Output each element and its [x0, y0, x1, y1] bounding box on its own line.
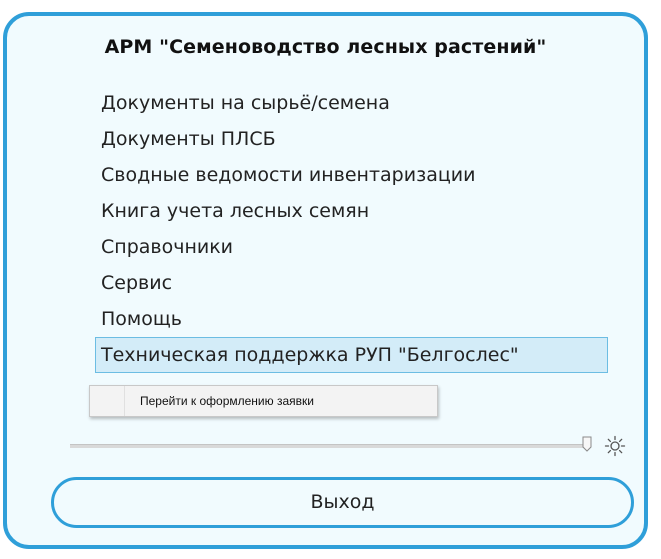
menu-item-service[interactable]: Сервис [95, 265, 615, 301]
menu-item-tech-support[interactable]: Техническая поддержка РУП "Белгослес" [95, 337, 608, 373]
menu-item-references[interactable]: Справочники [95, 229, 615, 265]
tech-support-submenu: Перейти к оформлению заявки [89, 385, 438, 417]
menu-item-help[interactable]: Помощь [95, 301, 615, 337]
menu-item-documents-raw-seeds[interactable]: Документы на сырьё/семена [95, 85, 615, 121]
exit-button[interactable]: Выход [51, 477, 634, 528]
menu-item-seed-ledger[interactable]: Книга учета лесных семян [95, 193, 615, 229]
brightness-slider[interactable] [70, 436, 600, 454]
menu-item-inventory-statements[interactable]: Сводные ведомости инвентаризации [95, 157, 615, 193]
main-menu: Документы на сырьё/семена Документы ПЛСБ… [95, 85, 615, 373]
slider-track[interactable] [70, 444, 590, 448]
submenu-item-create-request[interactable]: Перейти к оформлению заявки [140, 386, 314, 416]
window-title: АРМ "Семеноводство лесных растений" [104, 36, 547, 58]
submenu-icon-gutter [90, 386, 125, 416]
slider-thumb[interactable] [582, 436, 592, 452]
menu-item-documents-plsb[interactable]: Документы ПЛСБ [95, 121, 615, 157]
sun-icon [604, 435, 626, 457]
